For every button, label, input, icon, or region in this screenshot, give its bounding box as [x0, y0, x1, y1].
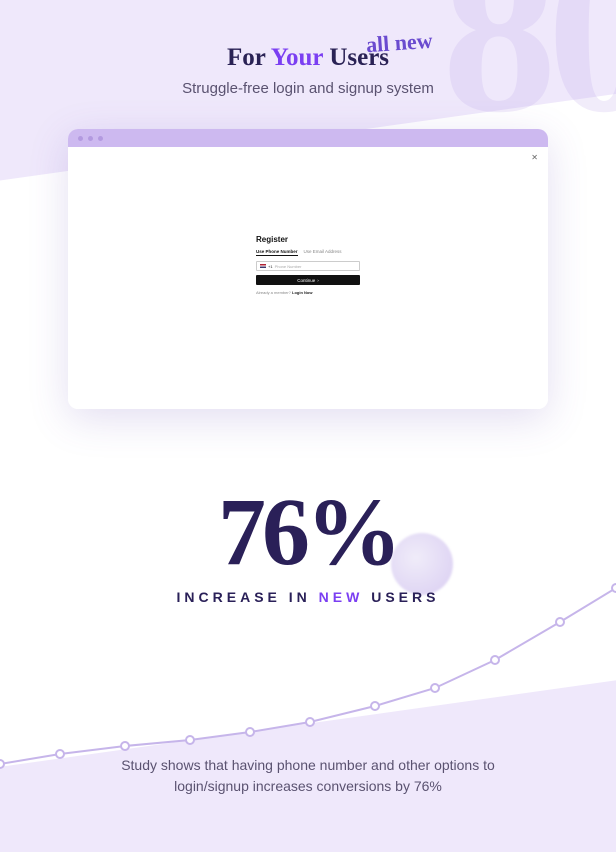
continue-button[interactable]: Continue › [256, 275, 360, 285]
hero-subheading: Struggle-free login and signup system [182, 80, 434, 97]
window-dot [98, 136, 103, 141]
dial-code: +1 [268, 264, 273, 269]
stat-number: 76% [177, 489, 440, 575]
browser-body: ✕ Register Use Phone Number Use Email Ad… [68, 147, 548, 409]
browser-mockup: ✕ Register Use Phone Number Use Email Ad… [68, 129, 548, 409]
stat-caption-post: USERS [363, 589, 439, 605]
tab-phone[interactable]: Use Phone Number [256, 249, 298, 256]
chevron-right-icon: › [317, 278, 319, 283]
already-member-text: Already a member? [256, 290, 292, 295]
form-title: Register [256, 235, 360, 244]
stat-caption-highlight: NEW [319, 589, 364, 605]
hero-heading: For Your Users all new [227, 44, 389, 72]
stat-caption: INCREASE IN NEW USERS [177, 589, 440, 605]
register-form: Register Use Phone Number Use Email Addr… [256, 235, 360, 295]
continue-label: Continue [297, 278, 315, 283]
stat-caption-pre: INCREASE IN [177, 589, 319, 605]
heading-pre: For [227, 44, 271, 71]
all-new-badge: all new [366, 28, 434, 59]
auth-method-tabs: Use Phone Number Use Email Address [256, 249, 360, 256]
tab-email[interactable]: Use Email Address [304, 249, 342, 256]
window-dot [78, 136, 83, 141]
flag-icon [260, 264, 266, 268]
phone-input[interactable]: +1 Phone Number [256, 261, 360, 271]
heading-highlight: Your [271, 44, 323, 71]
hero-heading-wrap: For Your Users all new Struggle-free log… [182, 44, 434, 97]
stat-block: 76% INCREASE IN NEW USERS [177, 489, 440, 605]
login-now-row: Already a member? Login Now [256, 290, 360, 295]
browser-titlebar [68, 129, 548, 147]
login-now-link[interactable]: Login Now [292, 290, 312, 295]
phone-placeholder: Phone Number [275, 264, 302, 269]
window-dot [88, 136, 93, 141]
close-icon[interactable]: ✕ [531, 153, 538, 162]
study-text: Study shows that having phone number and… [93, 755, 523, 796]
